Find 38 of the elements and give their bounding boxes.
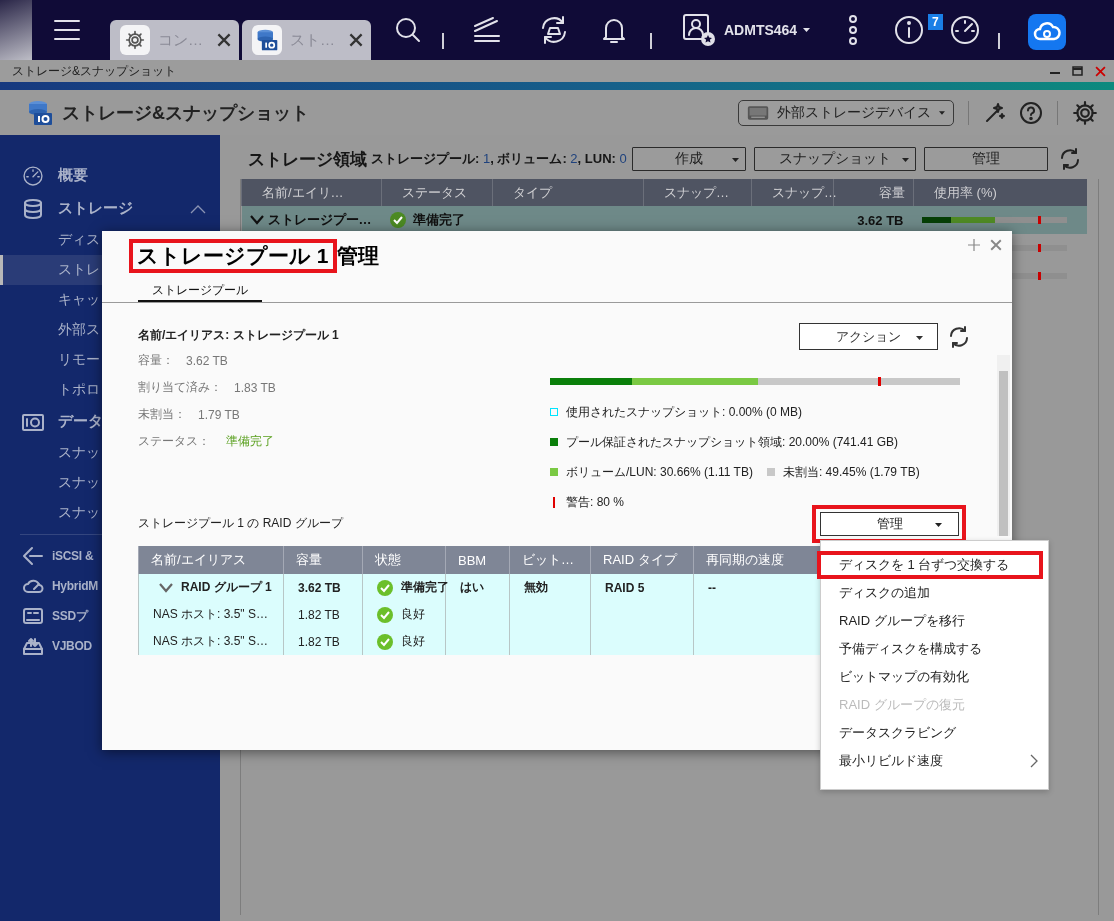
dialog-title: ストレージプール 1: [129, 239, 337, 273]
legend-label: 使用されたスナップショット: 0.00% (0 MB): [566, 403, 803, 421]
field-label: 割り当て済み：: [138, 379, 222, 396]
section-title: ストレージ領域: [248, 148, 367, 171]
table-cell: 3.62 TB: [298, 580, 341, 595]
field-value: 1.83 TB: [234, 380, 276, 395]
section-label: ストレージプール 1 の RAID グループ: [138, 514, 343, 532]
legend-label: 未割当: 49.45% (1.79 TB): [782, 463, 920, 481]
table-cell: 準備完了: [412, 211, 465, 229]
table-cell: RAID グループ 1: [181, 579, 272, 596]
field-label: 未割当：: [138, 406, 186, 423]
table-cell: 3.62 TB: [857, 212, 904, 228]
table-cell: 1.82 TB: [298, 634, 340, 649]
field-label: ステータス：: [138, 433, 210, 450]
window-title: ストレージ&スナップショット: [12, 62, 177, 80]
table-cell: 準備完了: [401, 579, 449, 596]
notification-badge: 7: [928, 14, 943, 30]
table-cell: 良好: [401, 633, 425, 650]
legend-label: ボリューム/LUN: 30.66% (1.11 TB): [566, 463, 753, 481]
dialog-title-suffix: 管理: [336, 243, 379, 269]
field-label: 容量：: [138, 352, 174, 369]
legend-label: 警告: 80 %: [566, 493, 625, 511]
table-cell: NAS ホスト: 3.5" S…: [153, 634, 268, 648]
field-value: 1.79 TB: [198, 407, 240, 422]
storage-summary: ストレージプール: 1, ボリューム: 2, LUN: 0: [371, 150, 628, 168]
table-cell: 1.82 TB: [298, 607, 340, 622]
table-cell: はい: [460, 580, 484, 594]
pool-name: 名前/エイリアス: ストレージプール 1: [138, 327, 340, 344]
app-title: ストレージ&スナップショット: [62, 101, 310, 125]
table-cell: 無効: [524, 580, 548, 594]
field-value: 準備完了: [226, 433, 274, 450]
table-cell: RAID 5: [605, 580, 645, 595]
table-cell: 良好: [401, 606, 425, 623]
legend-label: プール保証されたスナップショット領域: 20.00% (741.41 GB): [566, 433, 899, 451]
table-cell: ストレージプー…: [267, 211, 372, 229]
table-cell: --: [708, 580, 716, 595]
field-value: 3.62 TB: [186, 353, 228, 368]
table-cell: NAS ホスト: 3.5" S…: [153, 607, 268, 621]
